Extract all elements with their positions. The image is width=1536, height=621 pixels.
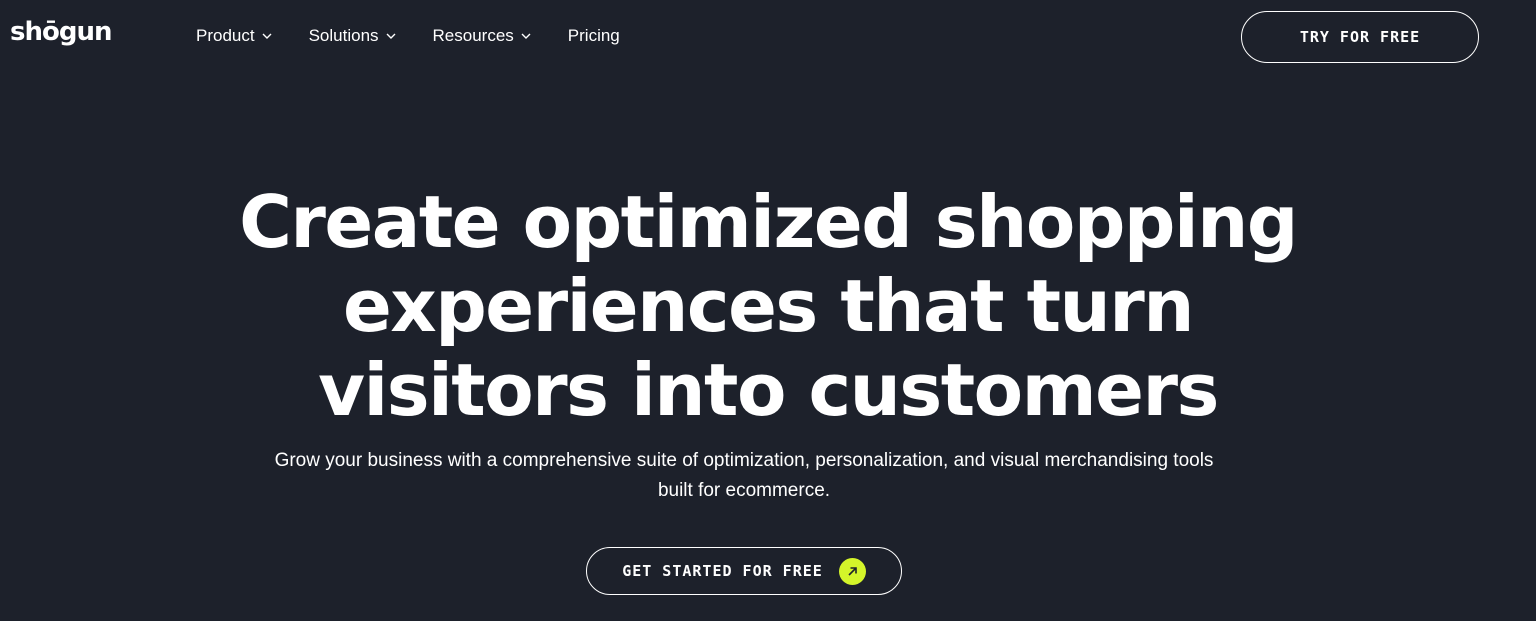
chevron-down-icon bbox=[520, 30, 532, 42]
shogun-logo[interactable]: shōgun bbox=[10, 17, 112, 47]
nav-item-product[interactable]: Product bbox=[196, 24, 273, 48]
nav-item-solutions[interactable]: Solutions bbox=[309, 24, 397, 48]
hero-title-line: visitors into customers bbox=[318, 348, 1219, 432]
hero-subtitle-line: Grow your business with a comprehensive … bbox=[274, 450, 1214, 471]
hero-title: Create optimized shopping experiences th… bbox=[0, 180, 1536, 432]
hero-subtitle: Grow your business with a comprehensive … bbox=[244, 446, 1244, 506]
nav-item-label: Solutions bbox=[308, 26, 379, 45]
nav-item-label: Pricing bbox=[567, 26, 620, 45]
get-started-button[interactable]: GET STARTED FOR FREE bbox=[586, 547, 902, 595]
main-nav: Product Solutions Resources Pricing bbox=[196, 24, 656, 48]
nav-item-label: Resources bbox=[432, 26, 514, 45]
get-started-label: GET STARTED FOR FREE bbox=[622, 562, 823, 580]
hero-title-line: experiences that turn bbox=[342, 264, 1195, 348]
nav-item-resources[interactable]: Resources bbox=[433, 24, 532, 48]
try-for-free-button[interactable]: TRY FOR FREE bbox=[1241, 11, 1479, 63]
nav-item-label: Product bbox=[196, 26, 255, 45]
chevron-down-icon bbox=[261, 30, 273, 42]
arrow-up-right-icon bbox=[838, 557, 866, 585]
hero-title-line: Create optimized shopping bbox=[239, 180, 1298, 264]
hero-subtitle-line: built for ecommerce. bbox=[657, 480, 831, 501]
nav-item-pricing[interactable]: Pricing bbox=[568, 24, 620, 48]
page: shōgun Product Solutions Resources Prici… bbox=[0, 0, 1536, 621]
chevron-down-icon bbox=[385, 30, 397, 42]
site-header: shōgun Product Solutions Resources Prici… bbox=[0, 0, 1536, 72]
